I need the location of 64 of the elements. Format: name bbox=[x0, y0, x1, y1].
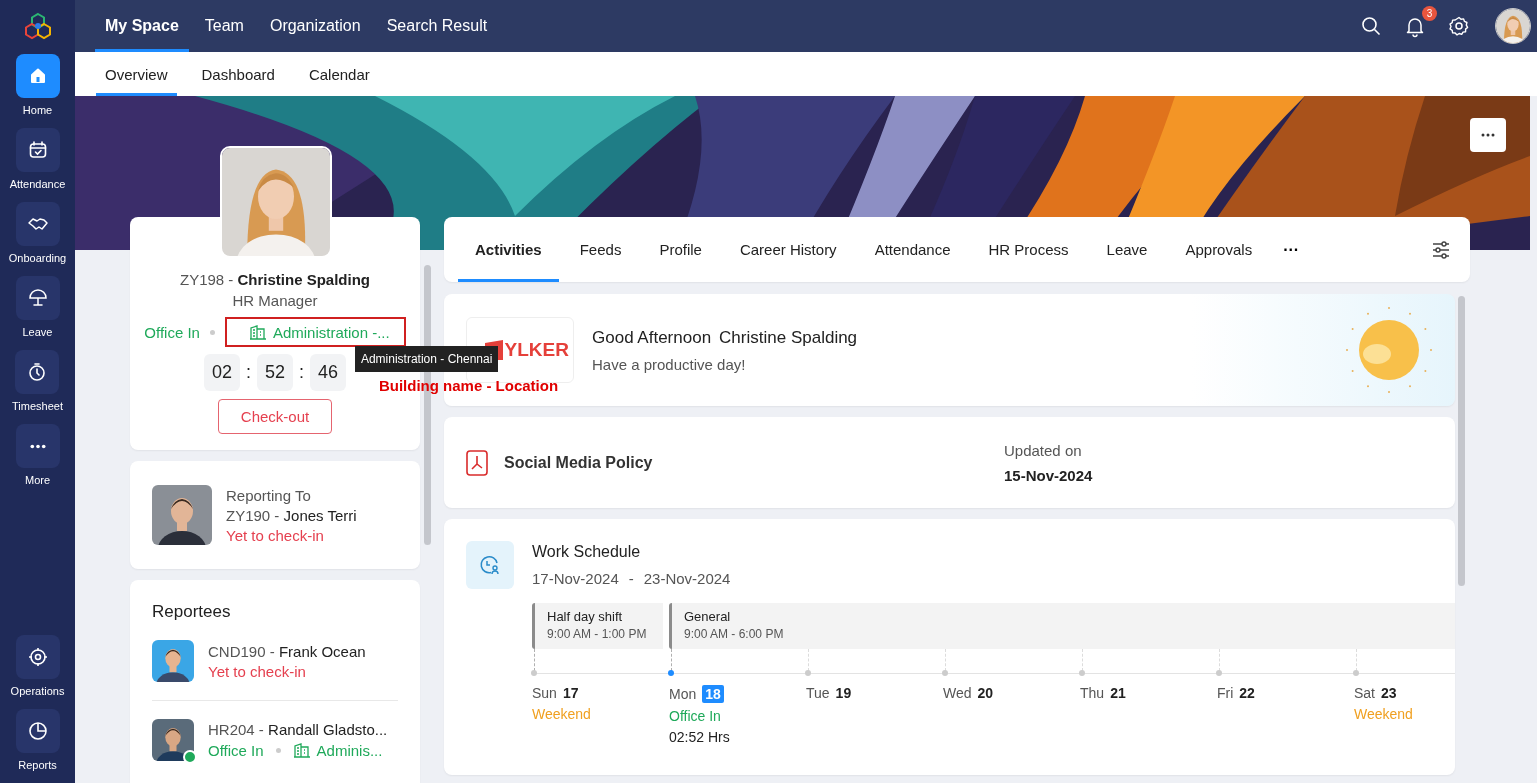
sub-nav-tab[interactable]: Dashboard bbox=[192, 52, 284, 96]
day-status: Office In bbox=[669, 708, 721, 724]
worked-hours: 02:52 Hrs bbox=[669, 729, 730, 745]
greeting-title: Good Afternoon Christine Spalding bbox=[592, 327, 858, 348]
timer-digit: 46 bbox=[310, 354, 347, 391]
updated-label: Updated on bbox=[1004, 441, 1083, 459]
reporting-label: Reporting To bbox=[226, 486, 312, 504]
date-range-start: 17-Nov-2024 bbox=[532, 570, 619, 587]
notification-badge: 3 bbox=[1422, 6, 1437, 21]
day-date[interactable]: 17 bbox=[562, 685, 579, 701]
status-text: Yet to check-in bbox=[208, 662, 306, 680]
shift-bar: General 9:00 AM - 6:00 PM bbox=[669, 603, 1455, 649]
day-date[interactable]: 19 bbox=[835, 685, 852, 701]
pdf-icon bbox=[466, 449, 488, 476]
tooltip: Administration - Chennai bbox=[354, 346, 499, 372]
day-name: Sun bbox=[532, 685, 557, 701]
day-status: Weekend bbox=[532, 706, 591, 722]
logo-icon[interactable] bbox=[22, 11, 53, 41]
status-text: Yet to check-in bbox=[226, 526, 325, 544]
status-text: Office In bbox=[144, 323, 200, 341]
day-name: Fri bbox=[1217, 685, 1234, 701]
check-out-button[interactable]: Check-out bbox=[217, 399, 333, 434]
online-dot bbox=[183, 750, 197, 764]
date-range-separator: - bbox=[628, 570, 634, 587]
reportee-name[interactable]: HR204 - Randall Gladsto... bbox=[208, 721, 388, 738]
nav-tab[interactable]: Search Result bbox=[376, 0, 498, 52]
search-icon[interactable] bbox=[1359, 14, 1383, 38]
employee-role: HR Manager bbox=[232, 292, 318, 309]
day-name: Thu bbox=[1080, 685, 1105, 701]
nav-tab[interactable]: Team bbox=[194, 0, 254, 52]
reportee-name[interactable]: CND190 - Frank Ocean bbox=[208, 642, 366, 660]
section-title: Reportees bbox=[152, 602, 232, 622]
building-icon bbox=[292, 741, 311, 759]
day-name: Tue bbox=[806, 685, 830, 701]
sub-nav-tab[interactable]: Calendar bbox=[299, 52, 379, 96]
settings-icon[interactable] bbox=[1447, 14, 1471, 38]
day-date[interactable]: 20 bbox=[977, 685, 994, 701]
nav-tab[interactable]: Organization bbox=[259, 0, 371, 52]
greeting-message: Have a productive day! bbox=[592, 355, 747, 373]
policy-title[interactable]: Social Media Policy bbox=[504, 453, 1004, 472]
date-range-end: 23-Nov-2024 bbox=[643, 570, 731, 587]
timer-digit: 52 bbox=[257, 354, 293, 391]
day-date[interactable]: 23 bbox=[1381, 685, 1397, 701]
scrollbar[interactable] bbox=[1458, 296, 1465, 586]
updated-date: 15-Nov-2024 bbox=[1004, 466, 1093, 484]
employee-name: ZY198 - Christine Spalding bbox=[179, 271, 371, 288]
clock-person-icon bbox=[478, 553, 502, 577]
day-date[interactable]: 22 bbox=[1239, 685, 1255, 701]
annotation-text: Building name - Location bbox=[378, 377, 559, 394]
building-icon bbox=[248, 323, 267, 341]
manager-name[interactable]: ZY190 - Jones Terri bbox=[226, 506, 357, 524]
schedule-title: Work Schedule bbox=[532, 543, 642, 561]
more-icon bbox=[29, 443, 46, 449]
day-status: Weekend bbox=[1354, 706, 1413, 722]
shift-bar: Half day shift 9:00 AM - 1:00 PM bbox=[532, 603, 663, 649]
timer-digit: 02 bbox=[203, 354, 240, 391]
timer-separator: : bbox=[245, 362, 251, 383]
day-date[interactable]: 21 bbox=[1110, 685, 1126, 701]
status-text: Office In bbox=[208, 741, 264, 759]
location-text: Adminis... bbox=[316, 741, 383, 759]
day-name: Sat bbox=[1354, 685, 1375, 701]
day-name: Mon bbox=[669, 686, 697, 702]
day-name: Wed bbox=[943, 685, 972, 701]
timer-separator: : bbox=[299, 362, 305, 383]
